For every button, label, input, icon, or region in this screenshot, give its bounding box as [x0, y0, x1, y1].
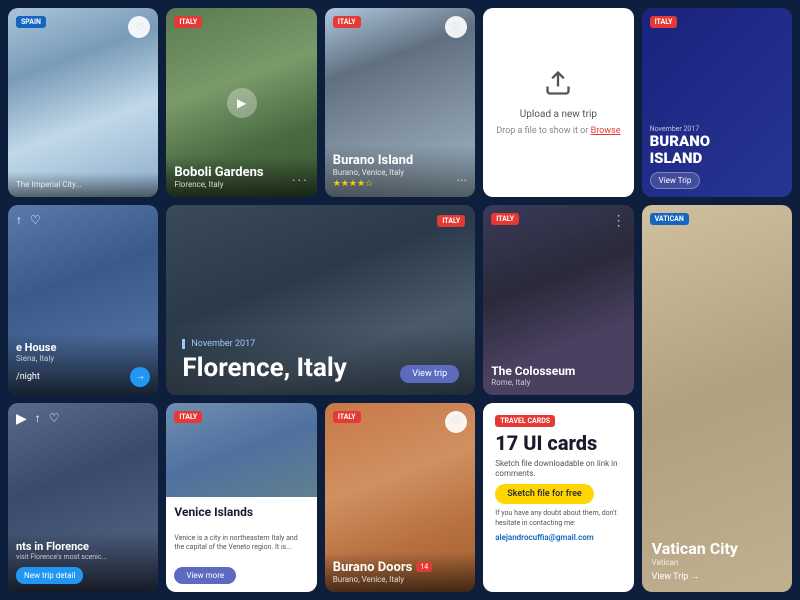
vatican-title: Vatican City — [652, 539, 782, 558]
browse-link[interactable]: Browse — [591, 126, 621, 136]
burano-dark-view-trip[interactable]: View Trip — [650, 172, 701, 189]
sketch-file-button[interactable]: Sketch file for free — [495, 484, 594, 504]
boboli-play-button[interactable]: ▶ — [227, 88, 257, 118]
vatican-card: Vatican Vatican City Vatican View Trip → — [642, 205, 792, 592]
spain-subtitle: The Imperial City... — [16, 180, 150, 189]
venice-view-more-button[interactable]: View more — [174, 567, 236, 584]
boboli-card: Italy ▶ Boboli Gardens Florence, Italy ·… — [166, 8, 316, 197]
colosseum-title: The Colosseum — [491, 364, 625, 378]
apartments-heart-icon[interactable]: ♡ — [49, 411, 60, 427]
burano-top-dots[interactable]: ··· — [456, 173, 467, 189]
ui-cards-contact-desc: If you have any doubt about them, don't … — [495, 509, 621, 527]
spain-overlay: The Imperial City... — [8, 172, 158, 197]
vatican-view-trip-link[interactable]: View Trip → — [652, 571, 782, 582]
ui-cards-card: Travel Cards 17 UI cards Sketch file dow… — [483, 403, 633, 592]
burano-top-card: Italy ♡ Burano Island Burano, Venice, It… — [325, 8, 475, 197]
apartments-subtitle: visit Florence's most scenic... — [16, 553, 150, 561]
apartments-trip-detail-button[interactable]: New trip detail — [16, 567, 83, 584]
burano-doors-subtitle: Burano, Venice, Italy — [333, 575, 467, 584]
burano-top-badge: Italy — [333, 16, 361, 28]
burano-top-title: Burano Island — [333, 153, 467, 168]
apartments-card: ▶ ↑ ♡ nts in Florence visit Florence's m… — [8, 403, 158, 592]
venice-title: Venice Islands — [174, 505, 308, 519]
ui-cards-email[interactable]: alejandrocuffia@gmail.com — [495, 533, 621, 542]
house-title: e House — [16, 341, 150, 354]
ui-cards-title: 17 UI cards — [495, 432, 621, 454]
colosseum-card: Italy ⋮ The Colosseum Rome, Italy — [483, 205, 633, 394]
house-subtitle: Siena, Italy — [16, 354, 150, 363]
apartments-title: nts in Florence — [16, 540, 150, 553]
burano-dark-title: BURANOISLAND — [650, 133, 784, 166]
burano-dark-card: Italy November 2017 BURANOISLAND View Tr… — [642, 8, 792, 197]
upload-subtext: Drop a file to show it or Browse — [496, 126, 620, 136]
upload-text: Upload a new trip — [520, 109, 597, 120]
venice-desc: Venice is a city in northeastern Italy a… — [174, 534, 308, 552]
boboli-title: Boboli Gardens — [174, 165, 308, 180]
boboli-badge: Italy — [174, 16, 202, 28]
florence-title: Florence, Italy — [182, 353, 346, 383]
house-card: ↑ ♡ e House Siena, Italy /night → — [8, 205, 158, 394]
vatican-subtitle: Vatican — [652, 558, 782, 567]
burano-top-subtitle: Burano, Venice, Italy — [333, 168, 467, 177]
florence-card: Italy November 2017 Florence, Italy View… — [166, 205, 475, 394]
florence-date: November 2017 — [182, 339, 459, 349]
florence-view-trip-button[interactable]: View trip — [400, 365, 459, 383]
burano-doors-card: Italy ♡ Burano Doors 14 Burano, Venice, … — [325, 403, 475, 592]
burano-dark-badge: Italy — [650, 16, 678, 28]
spain-card: Spain ♡ The Imperial City... — [8, 8, 158, 197]
house-upload-icon[interactable]: ↑ — [16, 213, 22, 227]
upload-card: Upload a new trip Drop a file to show it… — [483, 8, 633, 197]
vatican-badge: Vatican — [650, 213, 689, 225]
apartments-play-icon[interactable]: ▶ — [16, 411, 27, 427]
colosseum-badge: Italy — [491, 213, 519, 225]
house-arrow-button[interactable]: → — [130, 367, 150, 387]
burano-doors-title: Burano Doors — [333, 560, 413, 575]
house-heart-icon[interactable]: ♡ — [30, 213, 41, 227]
burano-top-stars: ★★★★☆ — [333, 179, 467, 189]
burano-doors-count: 14 — [416, 562, 432, 572]
burano-doors-badge: Italy — [333, 411, 361, 423]
venice-badge: Italy — [174, 411, 202, 423]
spain-badge: Spain — [16, 16, 46, 28]
colosseum-subtitle: Rome, Italy — [491, 378, 625, 387]
colosseum-dots[interactable]: ⋮ — [612, 213, 626, 229]
ui-cards-tag: Travel Cards — [495, 415, 555, 427]
florence-badge: Italy — [437, 215, 465, 227]
venice-card: Italy Venice Islands Venice is a city in… — [166, 403, 316, 592]
upload-icon — [544, 69, 572, 103]
burano-doors-heart-button[interactable]: ♡ — [445, 411, 467, 433]
house-price: /night — [16, 372, 40, 382]
boboli-subtitle: Florence, Italy — [174, 180, 308, 189]
boboli-dots[interactable]: ··· — [292, 173, 309, 189]
ui-cards-desc: Sketch file downloadable on link in comm… — [495, 459, 621, 480]
apartments-upload-icon[interactable]: ↑ — [35, 411, 41, 427]
